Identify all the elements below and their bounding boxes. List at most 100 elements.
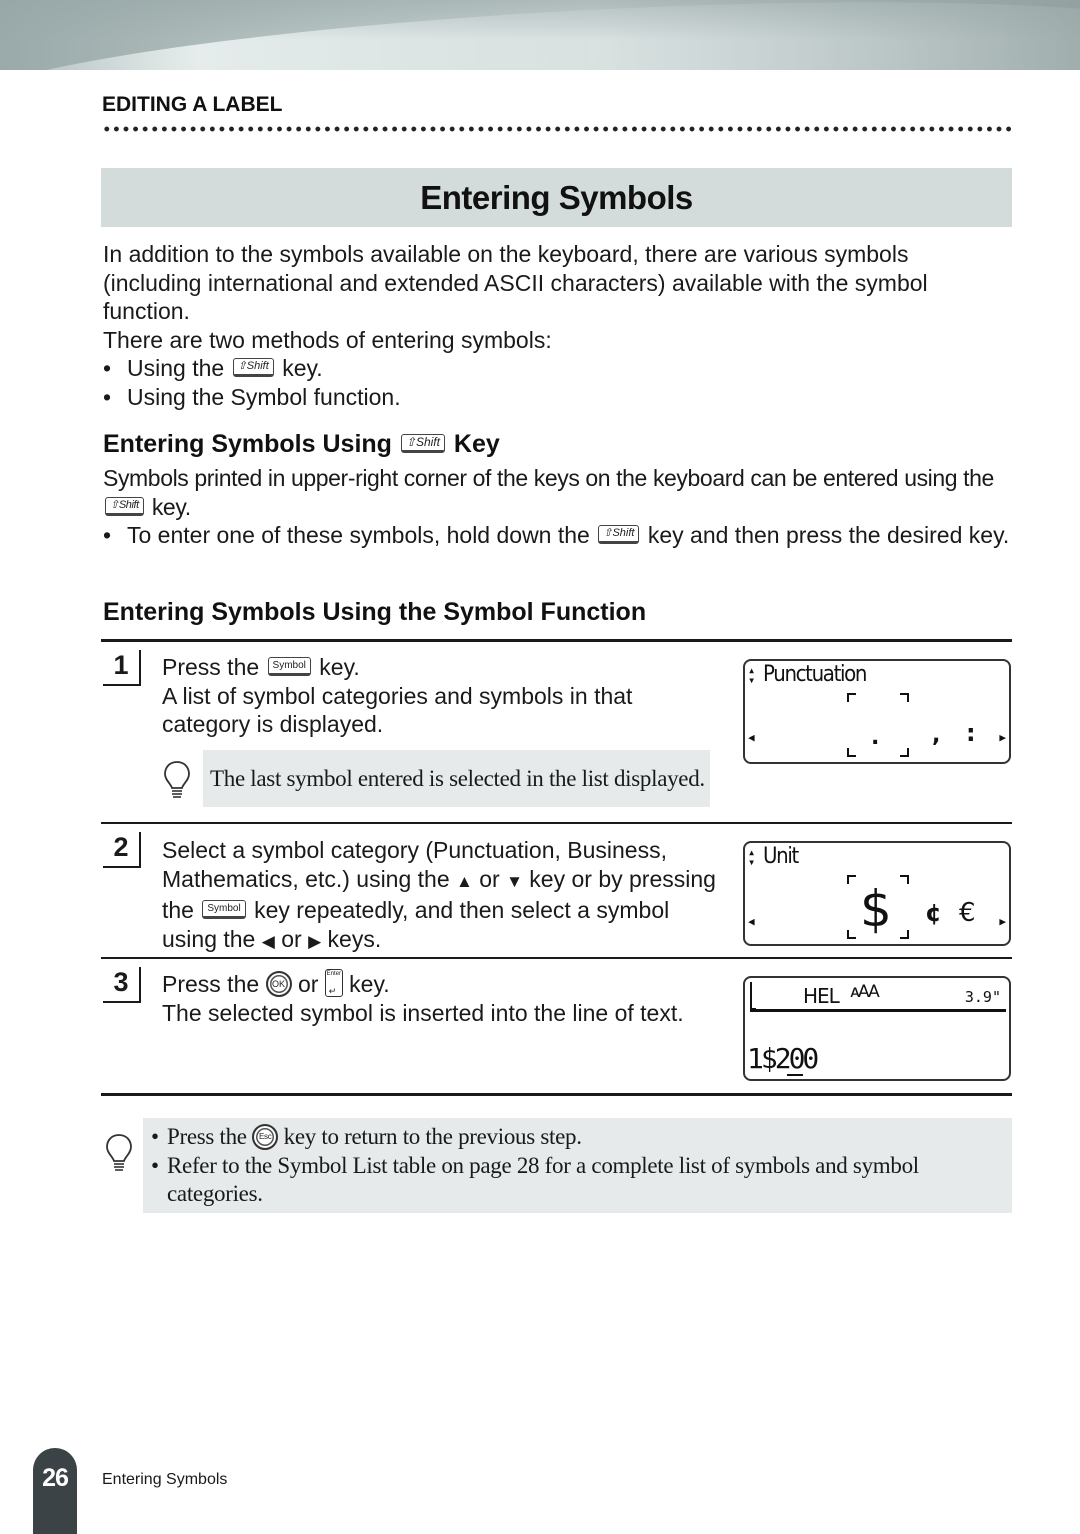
page-number-tab: 26 xyxy=(33,1448,77,1534)
instruction-text: Press the xyxy=(162,654,260,680)
heading-text: Entering Symbols Using xyxy=(103,430,392,458)
section-rule xyxy=(101,1093,1012,1096)
instruction-text: keys. xyxy=(327,925,382,952)
up-arrow-key-icon: ▲ xyxy=(456,871,473,891)
bullet-text: To enter one of these symbols, hold down… xyxy=(127,521,1009,550)
ok-key-icon: OK xyxy=(265,970,292,997)
step-number: 3 xyxy=(103,967,141,1003)
heading-text: Key xyxy=(453,430,500,458)
lcd-status-underline xyxy=(750,1009,1006,1012)
page-header-band xyxy=(0,0,1080,70)
section-rule xyxy=(101,639,1012,642)
step-2-text: Select a symbol category (Punctuation, B… xyxy=(162,836,717,956)
lightbulb-icon xyxy=(164,761,190,798)
lightbulb-icon xyxy=(106,1134,132,1171)
shift-key-icon: ⇧Shift xyxy=(400,433,445,453)
up-down-arrow-icon: ▴ ▾ xyxy=(748,663,756,687)
shift-key-icon: ⇧Shift xyxy=(105,496,144,516)
page-title: Entering Symbols xyxy=(420,178,693,216)
footer-title: Entering Symbols xyxy=(102,1471,228,1488)
symbol-key-icon: Symbol xyxy=(267,657,311,677)
intro-section: In addition to the symbols available on … xyxy=(103,240,1008,411)
lcd-symbol: , xyxy=(932,723,941,748)
lcd-right-arrow-icon: ▶ xyxy=(999,915,1006,928)
header-shade xyxy=(0,0,1080,40)
paragraph-text: Symbols printed in upper-right corner of… xyxy=(103,465,994,491)
shift-section-heading: Entering Symbols Using ⇧Shift Key xyxy=(103,430,500,459)
step-detail: The selected symbol is inserted into the… xyxy=(162,999,684,1026)
shift-section-body: Symbols printed in upper-right corner of… xyxy=(103,464,1013,550)
tip-text-after: key to return to the previous step. xyxy=(283,1124,582,1149)
instruction-text: Press the xyxy=(162,971,260,997)
step-1-text: Press the Symbol key. A list of symbol c… xyxy=(162,653,722,739)
method-text: Using the Symbol function. xyxy=(127,383,401,410)
instruction-text: or xyxy=(479,865,500,892)
bullet-dot: • xyxy=(151,1152,159,1178)
bullet-dot: • xyxy=(103,355,112,381)
lcd-category: Unit xyxy=(763,844,799,869)
tip-text: Press the Esc key to return to the previ… xyxy=(167,1123,582,1152)
step-3-text: Press the OK or Enter key. The selected … xyxy=(162,968,732,1027)
bullet-text-after: key and then press the desired key. xyxy=(647,522,1010,548)
method-item: • Using the Symbol function. xyxy=(103,383,1008,412)
step-instruction: Press the Symbol key. xyxy=(162,653,722,682)
lcd-category: Punctuation xyxy=(763,662,867,687)
step-1-note: The last symbol entered is selected in t… xyxy=(203,750,710,807)
bullet-dot: • xyxy=(151,1124,159,1149)
lcd-font-name: HEL xyxy=(803,984,840,1008)
instruction-text: key. xyxy=(319,654,360,680)
methods-lead: There are two methods of entering symbol… xyxy=(103,326,552,353)
lcd-status-bracket xyxy=(750,982,756,1010)
left-arrow-key-icon: ◀ xyxy=(261,931,275,951)
section-label: EDITING A LABEL xyxy=(102,93,283,116)
instruction-text: key. xyxy=(349,971,390,997)
symbol-section-heading: Entering Symbols Using the Symbol Functi… xyxy=(103,598,647,626)
lcd-symbol: : xyxy=(966,719,976,747)
lcd-symbol-selected: $ xyxy=(860,880,892,938)
lcd-symbol: ¢ xyxy=(925,899,942,927)
lcd-symbol-selected: . xyxy=(871,725,880,750)
shift-key-icon: ⇧Shift xyxy=(598,525,640,545)
lcd-right-arrow-icon: ▶ xyxy=(999,731,1006,744)
shift-key-icon: ⇧Shift xyxy=(232,358,274,378)
lcd-screen-text: HEL ᴀAA 3.9" 1$200 xyxy=(743,976,1011,1081)
tip-item: • Refer to the Symbol List table on page… xyxy=(151,1152,1012,1209)
shift-paragraph: Symbols printed in upper-right corner of… xyxy=(103,464,1013,521)
method-text-after: key. xyxy=(282,355,323,381)
step-divider xyxy=(101,957,1012,959)
enter-key-icon: Enter xyxy=(324,968,343,997)
instruction-text: or xyxy=(281,925,302,952)
method-item: • Using the ⇧Shift key. xyxy=(103,354,1008,383)
title-banner: Entering Symbols xyxy=(101,168,1012,227)
lcd-symbol: € xyxy=(959,898,976,928)
right-arrow-key-icon: ▶ xyxy=(308,931,322,951)
instruction-text: or xyxy=(297,971,319,997)
bullet-dot: • xyxy=(103,383,112,410)
step-detail: A list of symbol categories and symbols … xyxy=(162,682,633,738)
symbol-key-icon: Symbol xyxy=(202,900,246,920)
step-instruction: Press the OK or Enter key. xyxy=(162,968,732,999)
method-text: Using the ⇧Shift key. xyxy=(127,354,323,383)
esc-key-icon: Esc xyxy=(252,1123,279,1150)
dotted-divider xyxy=(102,125,1012,133)
bullet-text-before: To enter one of these symbols, hold down… xyxy=(127,522,590,548)
step-number: 2 xyxy=(103,832,141,868)
up-down-arrow-icon: ▴ ▾ xyxy=(748,845,756,869)
lcd-screen-unit: ▴ ▾ Unit ◀ ▶ $ ¢ € xyxy=(743,841,1011,946)
shift-bullet: • To enter one of these symbols, hold do… xyxy=(103,521,1013,550)
lcd-text-line: 1$200 xyxy=(747,1042,819,1075)
tips-box: • Press the Esc key to return to the pre… xyxy=(143,1118,1012,1213)
step-divider xyxy=(101,822,1012,824)
tip-text: Refer to the Symbol List table on page 2… xyxy=(167,1152,919,1207)
tip-text-before: Press the xyxy=(167,1124,247,1149)
intro-paragraph: In addition to the symbols available on … xyxy=(103,241,928,324)
lcd-left-arrow-icon: ◀ xyxy=(748,915,755,928)
bullet-dot: • xyxy=(103,522,112,548)
lcd-size-icon: ᴀAA xyxy=(850,982,880,1002)
method-text-before: Using the xyxy=(127,355,225,381)
lcd-screen-punctuation: ▴ ▾ Punctuation ◀ ▶ . , : xyxy=(743,659,1011,764)
page-number: 26 xyxy=(42,1464,69,1492)
paragraph-text: key. xyxy=(151,493,191,520)
step-number: 1 xyxy=(103,650,141,686)
down-arrow-key-icon: ▼ xyxy=(506,871,523,891)
